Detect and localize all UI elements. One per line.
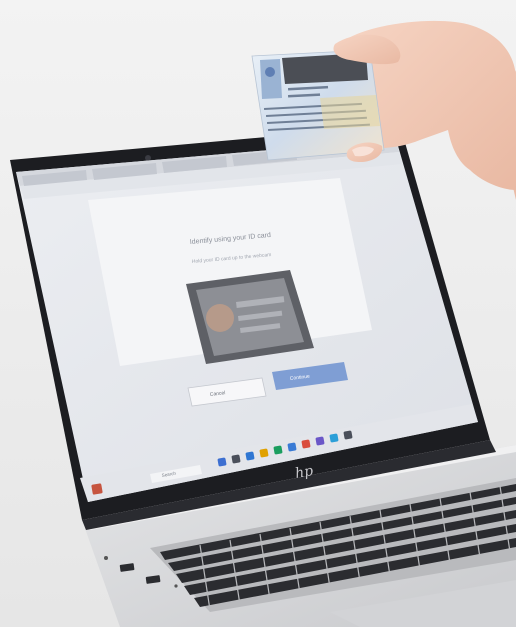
taskbar-app-icon[interactable] bbox=[287, 442, 297, 452]
taskbar-app-icon[interactable] bbox=[315, 436, 325, 446]
photo-scene: hp Identify using your ID card Hold your… bbox=[0, 0, 516, 627]
taskbar-app-icon[interactable] bbox=[301, 439, 311, 449]
taskbar-app-icon[interactable] bbox=[343, 430, 353, 440]
webcam-icon bbox=[145, 155, 151, 161]
taskbar-app-icon[interactable] bbox=[329, 433, 339, 443]
led-indicator bbox=[174, 584, 178, 588]
taskbar-app-icon[interactable] bbox=[245, 451, 255, 461]
audio-jack-icon bbox=[104, 556, 108, 560]
taskbar-app-icon[interactable] bbox=[273, 445, 283, 455]
windows-start-icon[interactable] bbox=[217, 457, 227, 467]
id-card-icon bbox=[260, 59, 282, 99]
weather-widget-icon[interactable] bbox=[91, 483, 103, 495]
id-card-hologram bbox=[320, 95, 380, 129]
hp-logo-icon: hp bbox=[294, 463, 315, 482]
taskbar-app-icon[interactable] bbox=[259, 448, 269, 458]
taskbar-app-icon[interactable] bbox=[231, 454, 241, 464]
preview-face bbox=[206, 304, 234, 332]
